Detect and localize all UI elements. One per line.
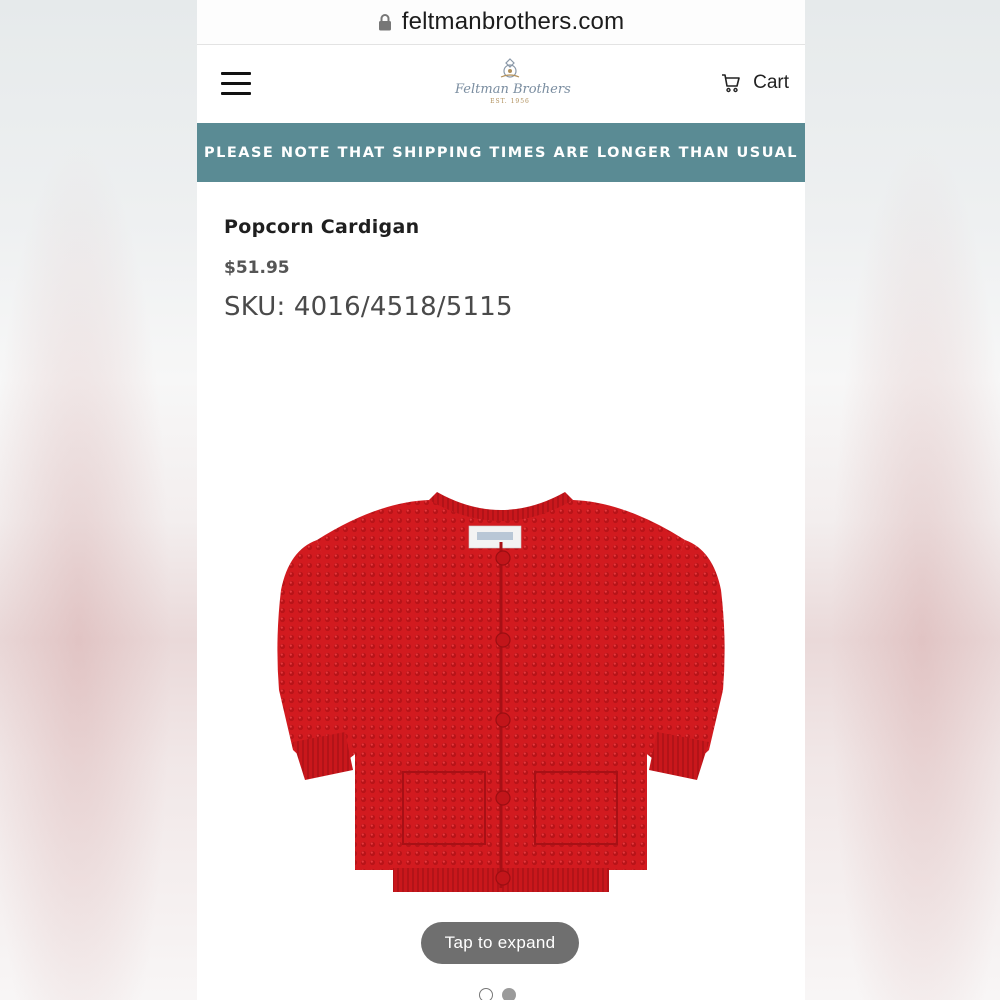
hamburger-menu-icon[interactable] — [221, 72, 251, 96]
background-right — [805, 0, 1000, 1000]
background-left — [0, 0, 197, 1000]
shipping-notice-banner: PLEASE NOTE THAT SHIPPING TIMES ARE LONG… — [197, 123, 805, 182]
banner-text: PLEASE NOTE THAT SHIPPING TIMES ARE LONG… — [203, 144, 799, 161]
lock-icon — [378, 14, 391, 31]
url-text: feltmanbrothers.com — [401, 8, 625, 35]
site-header: Feltman Brothers EST. 1956 Cart — [197, 45, 805, 123]
gallery-pagination — [479, 988, 516, 1000]
product-price: $51.95 — [224, 258, 290, 278]
crest-icon — [500, 58, 520, 78]
shopping-cart-icon — [722, 74, 740, 93]
address-bar[interactable]: feltmanbrothers.com — [197, 0, 805, 45]
logo-wordmark: Feltman Brothers — [455, 82, 571, 97]
gallery-dot-2-active[interactable] — [502, 988, 516, 1000]
mobile-page: feltmanbrothers.com Feltman Brothers EST… — [197, 0, 805, 1000]
product-sku: SKU: 4016/4518/5115 — [224, 292, 513, 322]
logo-established: EST. 1956 — [490, 98, 530, 105]
gallery-dot-1[interactable] — [479, 988, 493, 1000]
product-title: Popcorn Cardigan — [224, 216, 420, 238]
product-image[interactable] — [197, 480, 805, 910]
cart-label: Cart — [753, 72, 789, 93]
cart-button[interactable]: Cart — [721, 72, 789, 94]
red-cardigan-image — [277, 492, 725, 892]
tap-to-expand-button[interactable]: Tap to expand — [421, 922, 579, 964]
brand-logo[interactable]: Feltman Brothers EST. 1956 — [455, 57, 571, 115]
product-info: Popcorn Cardigan $51.95 SKU: 4016/4518/5… — [197, 182, 805, 322]
